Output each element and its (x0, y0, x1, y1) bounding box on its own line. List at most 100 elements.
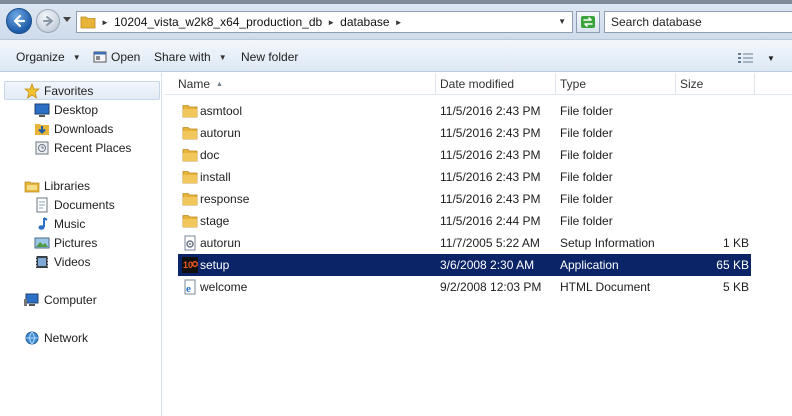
file-type: File folder (560, 104, 613, 118)
nav-item-pictures[interactable]: Pictures (34, 234, 97, 252)
search-input[interactable]: Search database (604, 11, 792, 33)
file-type: Setup Information (560, 236, 655, 250)
column-header-row: Name ▲ Date modified Type Size (164, 73, 792, 95)
nav-item-desktop[interactable]: Desktop (34, 101, 98, 119)
desktop-icon (34, 102, 50, 118)
file-row[interactable]: e welcome 9/2/2008 12:03 PM HTML Document 5 … (178, 276, 751, 298)
chevron-down-icon (63, 17, 71, 22)
file-date-modified: 3/6/2008 2:30 AM (440, 258, 535, 272)
command-bar: Organize ▼ Open Share with ▼ New folder … (0, 40, 792, 72)
column-header-label: Size (680, 77, 704, 91)
oracle-app-icon: 10 (182, 254, 198, 276)
nav-item-network[interactable]: Network (24, 329, 88, 347)
view-options-dropdown[interactable]: ▼ (767, 49, 775, 67)
folder-icon (182, 100, 198, 122)
details-view-icon (738, 53, 753, 63)
breadcrumb-item-current[interactable]: database (338, 15, 391, 29)
star-icon (24, 83, 40, 99)
nav-item-label: Favorites (44, 84, 94, 98)
new-folder-button[interactable]: New folder (241, 48, 298, 66)
refresh-button[interactable] (576, 11, 600, 33)
file-row[interactable]: autorun 11/7/2005 5:22 AM Setup Informatio… (178, 232, 751, 254)
file-date-modified: 11/5/2016 2:43 PM (440, 170, 541, 184)
column-header-size[interactable]: Size (676, 73, 755, 95)
column-header-label: Name (178, 77, 211, 91)
nav-item-label: Recent Places (54, 141, 132, 155)
column-header-date-modified[interactable]: Date modified (436, 73, 556, 95)
recent-pages-button[interactable] (62, 15, 72, 25)
back-button[interactable] (6, 8, 32, 34)
nav-item-libraries[interactable]: Libraries (24, 177, 90, 195)
refresh-icon (581, 16, 595, 28)
libraries-icon (24, 178, 40, 194)
share-with-button[interactable]: Share with ▼ (154, 48, 227, 66)
nav-item-label: Documents (54, 198, 115, 212)
nav-item-label: Computer (44, 293, 97, 307)
breadcrumb-item-parent[interactable]: 10204_vista_w2k8_x64_production_db (112, 15, 324, 29)
arrow-left-icon (13, 14, 26, 28)
file-size (681, 122, 749, 144)
nav-item-music[interactable]: Music (34, 215, 85, 233)
nav-item-favorites[interactable]: Favorites (24, 82, 93, 100)
setup-info-icon (182, 232, 198, 254)
file-size (681, 144, 749, 166)
file-row[interactable]: 10 setup 3/6/2008 2:30 AM Application 65 KB (178, 254, 751, 276)
breadcrumb-separator[interactable]: ► (392, 18, 406, 27)
file-name: install (200, 170, 231, 184)
nav-item-label: Network (44, 331, 89, 345)
breadcrumb-separator[interactable]: ► (98, 18, 112, 27)
videos-icon (34, 254, 50, 270)
file-type: HTML Document (560, 280, 651, 294)
file-name: asmtool (200, 104, 243, 118)
open-button[interactable]: Open (93, 48, 140, 66)
navigation-pane: Favorites Desktop Downloads Recent Place… (0, 73, 162, 416)
column-header-label: Date modified (440, 77, 515, 91)
file-name: stage (200, 214, 230, 228)
file-date-modified: 11/5/2016 2:43 PM (440, 126, 541, 140)
breadcrumb-separator[interactable]: ► (324, 18, 338, 27)
address-bar[interactable]: ► 10204_vista_w2k8_x64_production_db ► d… (76, 11, 573, 33)
nav-item-label: Videos (54, 255, 91, 269)
file-type: File folder (560, 192, 613, 206)
nav-item-videos[interactable]: Videos (34, 253, 90, 271)
nav-item-computer[interactable]: Computer (24, 291, 97, 309)
computer-icon (24, 292, 40, 308)
pictures-icon (34, 235, 50, 251)
folder-icon (182, 188, 198, 210)
file-row[interactable]: install 11/5/2016 2:43 PM File folder (178, 166, 751, 188)
file-row[interactable]: response 11/5/2016 2:43 PM File folder (178, 188, 751, 210)
arrow-right-icon (43, 16, 53, 26)
file-row[interactable]: stage 11/5/2016 2:44 PM File folder (178, 210, 751, 232)
file-row[interactable]: autorun 11/5/2016 2:43 PM File folder (178, 122, 751, 144)
nav-item-downloads[interactable]: Downloads (34, 120, 113, 138)
share-with-label: Share with (154, 50, 211, 64)
file-name: setup (200, 258, 230, 272)
file-date-modified: 11/5/2016 2:43 PM (440, 192, 541, 206)
change-view-button[interactable] (738, 49, 754, 67)
recent-places-icon (34, 140, 50, 156)
file-size: 5 KB (722, 280, 749, 294)
folder-icon (182, 210, 198, 232)
file-row[interactable]: doc 11/5/2016 2:43 PM File folder (178, 144, 751, 166)
column-header-name[interactable]: Name ▲ (164, 73, 436, 95)
organize-label: Organize (16, 50, 65, 64)
file-type: File folder (560, 148, 613, 162)
nav-item-recent-places[interactable]: Recent Places (34, 139, 131, 157)
nav-item-label: Pictures (54, 236, 98, 250)
nav-item-label: Libraries (44, 179, 91, 193)
organize-button[interactable]: Organize ▼ (16, 48, 81, 66)
file-size (681, 166, 749, 188)
file-row[interactable]: asmtool 11/5/2016 2:43 PM File folder (178, 100, 751, 122)
open-label: Open (111, 50, 141, 64)
file-name: welcome (200, 280, 248, 294)
address-dropdown-button[interactable]: ▼ (558, 17, 566, 26)
nav-item-documents[interactable]: Documents (34, 196, 115, 214)
downloads-folder-icon (34, 121, 50, 137)
file-size: 1 KB (722, 236, 749, 250)
file-name: autorun (200, 126, 241, 140)
folder-icon (182, 166, 198, 188)
column-header-type[interactable]: Type (556, 73, 676, 95)
folder-icon (182, 122, 198, 144)
forward-button[interactable] (36, 9, 60, 33)
search-placeholder: Search database (611, 15, 702, 29)
